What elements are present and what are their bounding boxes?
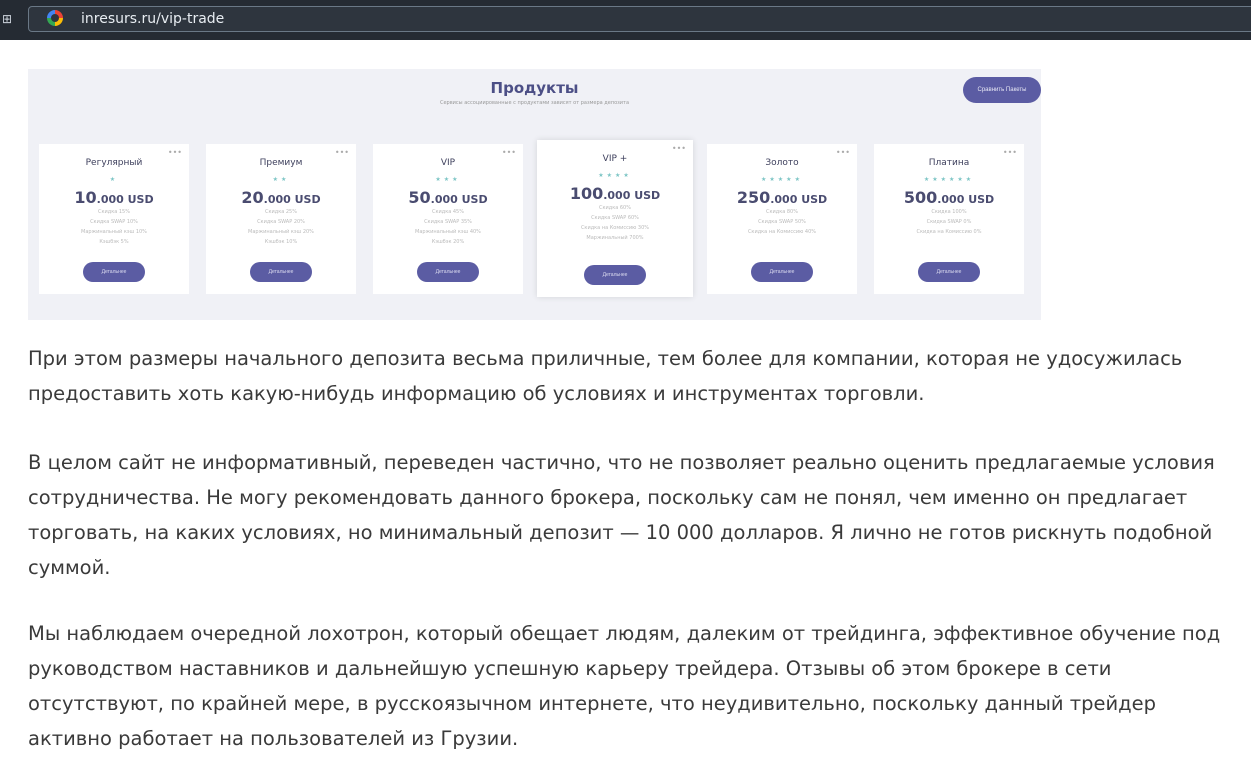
- price-suffix: .000 USD: [96, 193, 154, 206]
- apps-icon[interactable]: ⊞: [2, 12, 12, 26]
- feature-text: Скидка SWAP 50%: [758, 219, 806, 225]
- price-amount: 10: [74, 188, 97, 207]
- more-icon[interactable]: •••: [168, 148, 182, 157]
- more-icon[interactable]: •••: [836, 148, 850, 157]
- product-price: 100.000 USD: [537, 184, 693, 203]
- product-name: Премиум: [259, 158, 303, 168]
- star-rating: ★★: [272, 176, 290, 183]
- more-icon[interactable]: •••: [502, 148, 516, 157]
- product-price: 250.000 USD: [707, 188, 857, 207]
- compare-packages-button[interactable]: Сравнить Пакеты: [963, 77, 1041, 103]
- url-text[interactable]: inresurs.ru/vip-trade: [81, 11, 224, 27]
- feature-text: Скидка 15%: [97, 209, 130, 215]
- product-card: ••• Платина ★★★★★★ 500.000 USD Скидка 10…: [874, 144, 1024, 294]
- feature-text: Скидка 100%: [931, 209, 967, 215]
- price-suffix: .000 USD: [430, 193, 488, 206]
- products-subtitle: Сервисы ассоциированные с продуктами зав…: [439, 100, 630, 106]
- price-suffix: .000 USD: [937, 193, 995, 206]
- feature-text: Скидка SWAP 35%: [424, 219, 472, 225]
- paragraph-1: При этом размеры начального депозита вес…: [28, 347, 1183, 405]
- product-name: Золото: [765, 158, 799, 168]
- product-card: ••• Премиум ★★ 20.000 USD Скидка 25% Скид…: [206, 144, 356, 294]
- feature-text: Кэшбэк 20%: [431, 239, 465, 245]
- feature-text: Скидка SWAP 60%: [591, 215, 639, 221]
- details-button[interactable]: Детальнее: [918, 262, 980, 282]
- browser-toolbar: ⊞ inresurs.ru/vip-trade: [0, 0, 1251, 40]
- details-button[interactable]: Детальнее: [250, 262, 312, 282]
- price-amount: 250: [736, 188, 771, 207]
- feature-text: Кэшбэк 10%: [264, 239, 298, 245]
- feature-text: Скидка на Комиссию 40%: [747, 229, 817, 235]
- product-price: 500.000 USD: [874, 188, 1024, 207]
- details-button[interactable]: Детальнее: [751, 262, 813, 282]
- feature-text: Скидка 25%: [264, 209, 297, 215]
- star-rating: ★★★★★★: [923, 176, 975, 183]
- star-rating: ★: [109, 176, 119, 183]
- address-bar[interactable]: inresurs.ru/vip-trade: [28, 6, 1251, 32]
- feature-text: Маржинальный 700%: [586, 235, 644, 241]
- star-rating: ★★★★★: [761, 176, 803, 183]
- feature-text: Маржинальный кэш 40%: [415, 229, 481, 235]
- product-name: VIP +: [602, 154, 628, 164]
- product-price: 50.000 USD: [373, 188, 523, 207]
- more-icon[interactable]: •••: [335, 148, 349, 157]
- feature-text: Кэшбэк 5%: [99, 239, 129, 245]
- feature-text: Скидка 80%: [765, 209, 798, 215]
- star-rating: ★★★: [435, 176, 461, 183]
- feature-text: Скидка 60%: [598, 205, 631, 211]
- more-icon[interactable]: •••: [672, 144, 686, 153]
- products-title: Продукты: [490, 79, 579, 97]
- star-rating: ★★★★: [598, 172, 632, 179]
- google-icon: [47, 10, 63, 26]
- product-card: ••• Регулярный ★ 10.000 USD Скидка 15% Ск…: [39, 144, 189, 294]
- product-name: Платина: [928, 158, 970, 168]
- price-amount: 500: [903, 188, 938, 207]
- feature-text: Скидка SWAP 20%: [257, 219, 305, 225]
- products-screenshot: Продукты Сервисы ассоциированные с проду…: [28, 69, 1041, 320]
- feature-text: Скидка на Комиссию 0%: [916, 229, 982, 235]
- more-icon[interactable]: •••: [1003, 148, 1017, 157]
- feature-text: Маржинальный кэш 10%: [81, 229, 147, 235]
- feature-text: Скидка SWAP 10%: [90, 219, 138, 225]
- details-button[interactable]: Детальнее: [417, 262, 479, 282]
- price-suffix: .000 USD: [770, 193, 828, 206]
- product-card: ••• VIP ★★★ 50.000 USD Скидка 45% Скидка …: [373, 144, 523, 294]
- feature-text: Скидка на Комиссию 30%: [580, 225, 650, 231]
- product-price: 20.000 USD: [206, 188, 356, 207]
- product-card: ••• Золото ★★★★★ 250.000 USD Скидка 80% С…: [707, 144, 857, 294]
- feature-text: Скидка SWAP 0%: [926, 219, 972, 225]
- price-suffix: .000 USD: [603, 189, 661, 202]
- details-button[interactable]: Детальнее: [584, 265, 646, 285]
- product-price: 10.000 USD: [39, 188, 189, 207]
- feature-text: Маржинальный кэш 20%: [248, 229, 314, 235]
- price-amount: 100: [569, 184, 604, 203]
- price-amount: 50: [408, 188, 431, 207]
- product-name: Регулярный: [85, 158, 143, 168]
- price-amount: 20: [241, 188, 264, 207]
- product-name: VIP: [440, 158, 456, 168]
- price-suffix: .000 USD: [263, 193, 321, 206]
- feature-text: Скидка 45%: [431, 209, 464, 215]
- product-card: ••• VIP + ★★★★ 100.000 USD Скидка 60% Ски…: [537, 140, 693, 297]
- paragraph-2: В целом сайт не информативный, переведен…: [28, 451, 1215, 579]
- paragraph-3: Мы наблюдаем очередной лохотрон, который…: [28, 622, 1221, 750]
- details-button[interactable]: Детальнее: [83, 262, 145, 282]
